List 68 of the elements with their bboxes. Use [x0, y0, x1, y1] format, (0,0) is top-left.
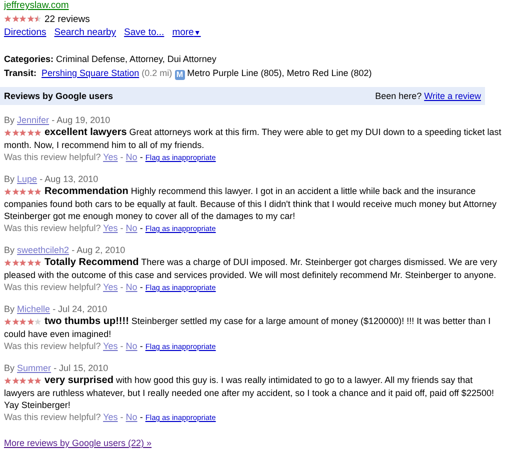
author-link[interactable]: Michelle: [17, 304, 50, 314]
action-link[interactable]: Directions: [4, 27, 46, 40]
no-link[interactable]: No: [126, 152, 138, 162]
review-date: - Aug 2, 2010: [72, 245, 126, 255]
dash-separator: -: [140, 341, 143, 351]
yes-link[interactable]: Yes: [103, 282, 118, 292]
distance-text: (0.2 mi): [142, 68, 172, 78]
dash-separator: -: [120, 282, 124, 292]
categories-label: Categories:: [4, 54, 54, 64]
review-text: very surprised with how good this guy is. I was really intimidated to go to a lawyer. All my friends say that: [44, 374, 473, 387]
author-link[interactable]: Lupe: [17, 174, 38, 184]
review-text: Steinberger got me enough money to cover all of the damages to my car!: [4, 211, 296, 221]
review-text: Yay Steinberger!: [4, 400, 70, 410]
review-text: month. Now, I recommend him to all of my friends.: [4, 140, 204, 150]
by-text: By: [4, 304, 15, 314]
review-text: pleased with the outcome of this case and services provided. We will most definitely recommend Mr. Steinberger to anyone.: [4, 270, 496, 280]
been-here-text: Been here?: [375, 91, 422, 101]
dash-separator: -: [120, 412, 124, 422]
review-date: - Aug 19, 2010: [52, 115, 110, 125]
author-link[interactable]: Summer: [17, 363, 52, 373]
helpful-question: Was this review helpful?: [4, 223, 101, 233]
review-date: - Aug 13, 2010: [40, 174, 98, 184]
review-date: - Jul 15, 2010: [54, 363, 108, 373]
yes-link[interactable]: Yes: [103, 341, 118, 351]
review-text: Totally Recommend There was a charge of DUI imposed. Mr. Steinberger got charges dismissed. We are very: [44, 256, 498, 269]
station-link[interactable]: Pershing Square Station: [42, 68, 140, 78]
author-link[interactable]: Jennifer: [17, 115, 50, 125]
no-link[interactable]: No: [126, 223, 138, 233]
dash-separator: -: [120, 152, 124, 162]
transit-lines: Metro Purple Line (805), Metro Red Line (802): [187, 68, 372, 78]
by-text: By: [4, 115, 15, 125]
no-link[interactable]: No: [126, 412, 138, 422]
no-link[interactable]: No: [126, 282, 138, 292]
by-text: By: [4, 245, 15, 255]
review-date: - Jul 24, 2010: [52, 304, 108, 314]
review-count: 22 reviews: [44, 14, 90, 24]
dash-separator: -: [120, 223, 124, 233]
review-text: could have even imagined!: [4, 329, 112, 339]
more-reviews-link[interactable]: More reviews by Google users (22) »: [4, 438, 152, 448]
author-link[interactable]: sweethcileh2: [17, 245, 70, 255]
dash-separator: -: [140, 223, 143, 233]
yes-link[interactable]: Yes: [103, 223, 118, 233]
review-text: excellent lawyers Great attorneys work at this firm. They were able to get my DUI down to a speeding ticket last: [44, 126, 502, 139]
helpful-question: Was this review helpful?: [4, 152, 101, 162]
dash-separator: -: [140, 412, 143, 422]
dash-separator: -: [120, 341, 124, 351]
review-text: two thumbs up!!!! Steinberger settled my case for a large amount of money ($120000)! !!! It was better than I: [44, 315, 491, 328]
review-text: Recommendation Highly recommend this lawyer. I got in an accident a little while back and the insurance: [44, 185, 476, 198]
helpful-question: Was this review helpful?: [4, 341, 101, 351]
by-text: By: [4, 174, 15, 184]
website-link[interactable]: jeffreyslaw.com: [4, 0, 69, 11]
dash-separator: -: [140, 152, 143, 162]
helpful-question: Was this review helpful?: [4, 412, 101, 422]
review-text: companies found both cars to be equally at fault. Because of this I didn't think that I would receive much money but Attorney: [4, 199, 497, 209]
categories-value: Criminal Defense, Attorney, Dui Attorney: [56, 54, 216, 64]
transit-label: Transit:: [4, 68, 37, 78]
dash-separator: -: [140, 282, 143, 292]
reviews-title: Reviews by Google users: [4, 91, 114, 101]
action-link[interactable]: Search nearby: [54, 27, 116, 40]
yes-link[interactable]: Yes: [103, 412, 118, 422]
by-text: By: [4, 363, 15, 373]
write-review-link[interactable]: Write a review: [424, 91, 481, 101]
review-text: lawyers are ruthless whatever, but I really needed one after my accident, so I took a chance and it paid off, paid off $22500!: [4, 388, 494, 398]
metro-badge: M: [174, 70, 185, 80]
no-link[interactable]: No: [126, 341, 138, 351]
helpful-question: Was this review helpful?: [4, 282, 101, 292]
yes-link[interactable]: Yes: [103, 152, 118, 162]
action-link[interactable]: Save to...: [124, 27, 164, 40]
